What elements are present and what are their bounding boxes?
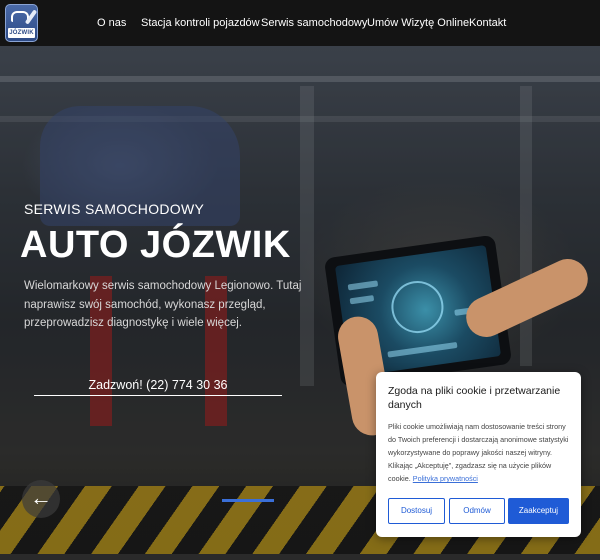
site-header: JÓZWIK O nas Stacja kontroli pojazdów Se… <box>0 0 600 46</box>
cookie-title: Zgoda na pliki cookie i przetwarzanie da… <box>388 385 561 411</box>
logo-text: JÓZWIK <box>8 28 35 38</box>
customize-button[interactable]: Dostosuj <box>388 498 445 524</box>
nav-item-serwis[interactable]: Serwis samochodowy <box>261 0 367 46</box>
slider-prev-button[interactable]: ← <box>22 480 60 518</box>
hero-description: Wielomarkowy serwis samochodowy Legionow… <box>24 280 302 329</box>
hero-subtitle: SERWIS SAMOCHODOWY <box>24 201 205 217</box>
cookie-text: Pliki cookie umożliwiają nam dostosowani… <box>388 420 575 485</box>
slide-indicator[interactable] <box>222 499 274 502</box>
page-bottom-strip <box>0 554 600 560</box>
logo[interactable]: JÓZWIK <box>5 4 38 42</box>
hero-title: AUTO JÓZWIK <box>20 224 291 266</box>
privacy-policy-link[interactable]: Polityka prywatności <box>413 474 478 483</box>
cookie-consent-dialog: Zgoda na pliki cookie i przetwarzanie da… <box>376 372 581 537</box>
nav-item-umow-wizyte[interactable]: Umów Wizytę Online <box>367 0 469 46</box>
nav-item-stacja-kontroli[interactable]: Stacja kontroli pojazdów <box>141 0 260 46</box>
reject-button[interactable]: Odmów <box>449 498 505 524</box>
call-button[interactable]: Zadzwoń! (22) 774 30 36 <box>34 368 282 396</box>
arrow-left-icon: ← <box>30 485 52 510</box>
nav-item-o-nas[interactable]: O nas <box>97 0 126 46</box>
accept-button[interactable]: Zaakceptuj <box>508 498 569 524</box>
nav-item-kontakt[interactable]: Kontakt <box>469 0 506 46</box>
